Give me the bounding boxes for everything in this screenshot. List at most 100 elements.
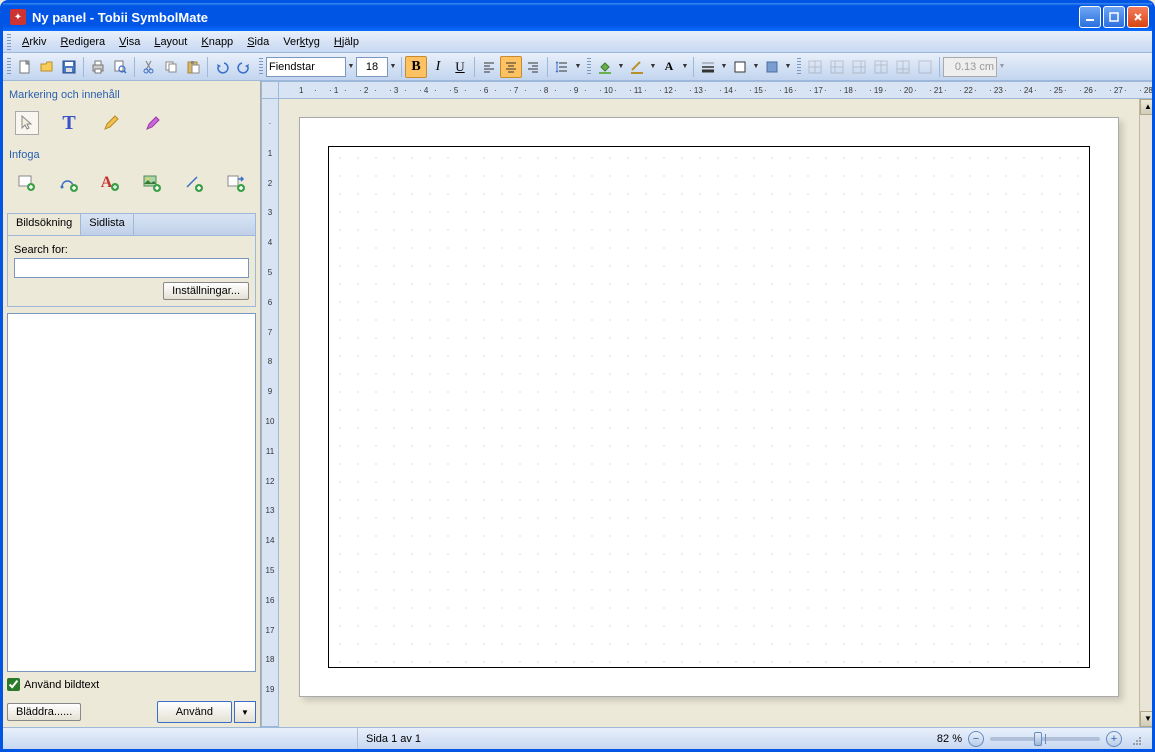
align-center-button[interactable] xyxy=(500,56,522,78)
new-button[interactable] xyxy=(14,56,36,78)
window-title: Ny panel - Tobii SymbolMate xyxy=(30,10,1079,25)
app-icon: ✦ xyxy=(10,9,26,25)
line-spacing-button[interactable] xyxy=(551,56,573,78)
menu-knapp[interactable]: Knapp xyxy=(194,34,240,50)
undo-button[interactable] xyxy=(211,56,233,78)
grid-5-button[interactable] xyxy=(892,56,914,78)
menu-layout[interactable]: Layout xyxy=(147,34,194,50)
font-family-select[interactable] xyxy=(266,57,346,77)
use-button-dropdown[interactable]: ▼ xyxy=(234,701,256,723)
menubar-grip xyxy=(7,34,11,50)
settings-button[interactable]: Inställningar... xyxy=(163,282,249,300)
font-color-button[interactable]: A xyxy=(658,56,680,78)
line-style-button[interactable] xyxy=(697,56,719,78)
vertical-scrollbar[interactable]: ▲ ▼ xyxy=(1139,99,1152,727)
copy-button[interactable] xyxy=(160,56,182,78)
pointer-tool[interactable] xyxy=(15,111,39,135)
grid-4-button[interactable] xyxy=(870,56,892,78)
zoom-out-button[interactable]: − xyxy=(968,731,984,747)
menu-arkiv[interactable]: Arkiv xyxy=(15,34,53,50)
insert-shape-tool[interactable] xyxy=(57,171,81,195)
close-button[interactable] xyxy=(1127,6,1149,28)
font-color-dropdown[interactable]: ▼ xyxy=(680,56,690,78)
resize-grip-icon[interactable] xyxy=(1128,732,1142,746)
zoom-percent: 82 % xyxy=(937,733,962,745)
insert-object-tool[interactable] xyxy=(15,171,39,195)
search-input[interactable] xyxy=(14,258,249,278)
toolbar-grip-2 xyxy=(259,58,263,76)
fill-color-button[interactable] xyxy=(594,56,616,78)
horizontal-ruler[interactable]: 1·· 1·· 2·· 3·· 4·· 5·· 6·· 7·· 8·· 9·· … xyxy=(279,81,1152,99)
menu-visa[interactable]: Visa xyxy=(112,34,147,50)
search-label: Search for: xyxy=(14,244,249,256)
sidebar-section-selection: Markering och innehåll xyxy=(9,89,254,101)
app-window: ✦ Ny panel - Tobii SymbolMate Arkiv Redi… xyxy=(0,0,1155,752)
toolbar-grip-4 xyxy=(797,58,801,76)
cut-button[interactable] xyxy=(138,56,160,78)
sidebar-section-insert: Infoga xyxy=(9,149,254,161)
statusbar: Sida 1 av 1 82 % − + xyxy=(3,727,1152,749)
shape-fill-dropdown[interactable]: ▼ xyxy=(783,56,793,78)
scroll-up-button[interactable]: ▲ xyxy=(1140,99,1152,115)
redo-button[interactable] xyxy=(233,56,255,78)
zoom-slider[interactable] xyxy=(990,737,1100,741)
grid-6-button[interactable] xyxy=(914,56,936,78)
italic-button[interactable]: I xyxy=(427,56,449,78)
use-button[interactable]: Använd xyxy=(157,701,232,723)
grid-1-button[interactable] xyxy=(804,56,826,78)
border-button[interactable] xyxy=(729,56,751,78)
text-tool[interactable]: T xyxy=(57,111,81,135)
use-caption-label: Använd bildtext xyxy=(24,679,99,691)
minimize-button[interactable] xyxy=(1079,6,1101,28)
grid-2-button[interactable] xyxy=(826,56,848,78)
zoom-thumb[interactable] xyxy=(1034,732,1042,746)
insert-text-tool[interactable]: A xyxy=(99,171,123,195)
open-button[interactable] xyxy=(36,56,58,78)
use-caption-checkbox[interactable] xyxy=(7,678,20,691)
shape-fill-button[interactable] xyxy=(761,56,783,78)
eyedropper-tool[interactable] xyxy=(141,111,165,135)
vertical-ruler[interactable]: ·12345678910111213141516171819 xyxy=(261,99,279,727)
pencil-tool[interactable] xyxy=(99,111,123,135)
underline-button[interactable]: U xyxy=(449,56,471,78)
menu-verktyg[interactable]: Verktyg xyxy=(276,34,327,50)
save-button[interactable] xyxy=(58,56,80,78)
menu-sida[interactable]: Sida xyxy=(240,34,276,50)
unit-dropdown[interactable]: ▼ xyxy=(997,56,1007,78)
line-color-button[interactable] xyxy=(626,56,648,78)
align-right-button[interactable] xyxy=(522,56,544,78)
page[interactable] xyxy=(299,117,1119,697)
browse-button[interactable]: Bläddra...... xyxy=(7,703,81,721)
insert-link-tool[interactable] xyxy=(224,171,248,195)
scroll-down-button[interactable]: ▼ xyxy=(1140,711,1152,727)
paste-button[interactable] xyxy=(182,56,204,78)
menu-hjalp[interactable]: Hjälp xyxy=(327,34,366,50)
align-left-button[interactable] xyxy=(478,56,500,78)
insert-line-tool[interactable] xyxy=(182,171,206,195)
print-preview-button[interactable] xyxy=(109,56,131,78)
grid-3-button[interactable] xyxy=(848,56,870,78)
status-page: Sida 1 av 1 xyxy=(357,728,857,749)
ruler-corner xyxy=(261,81,279,99)
border-dropdown[interactable]: ▼ xyxy=(751,56,761,78)
tab-sidlista[interactable]: Sidlista xyxy=(81,214,133,235)
main-area: Markering och innehåll T Infoga A Bildsö… xyxy=(3,81,1152,727)
font-family-dropdown[interactable]: ▼ xyxy=(346,56,356,78)
print-button[interactable] xyxy=(87,56,109,78)
zoom-in-button[interactable]: + xyxy=(1106,731,1122,747)
line-spacing-dropdown[interactable]: ▼ xyxy=(573,56,583,78)
insert-image-tool[interactable] xyxy=(140,171,164,195)
tab-bildsokning[interactable]: Bildsökning xyxy=(8,214,81,236)
line-color-dropdown[interactable]: ▼ xyxy=(648,56,658,78)
canvas-viewport[interactable] xyxy=(279,99,1139,727)
menu-redigera[interactable]: Redigera xyxy=(53,34,112,50)
maximize-button[interactable] xyxy=(1103,6,1125,28)
bold-button[interactable]: B xyxy=(405,56,427,78)
status-empty xyxy=(7,728,357,749)
font-size-dropdown[interactable]: ▼ xyxy=(388,56,398,78)
font-size-select[interactable] xyxy=(356,57,388,77)
line-style-dropdown[interactable]: ▼ xyxy=(719,56,729,78)
toolbar-grip-1 xyxy=(7,58,11,76)
fill-color-dropdown[interactable]: ▼ xyxy=(616,56,626,78)
page-content-frame[interactable] xyxy=(328,146,1090,668)
